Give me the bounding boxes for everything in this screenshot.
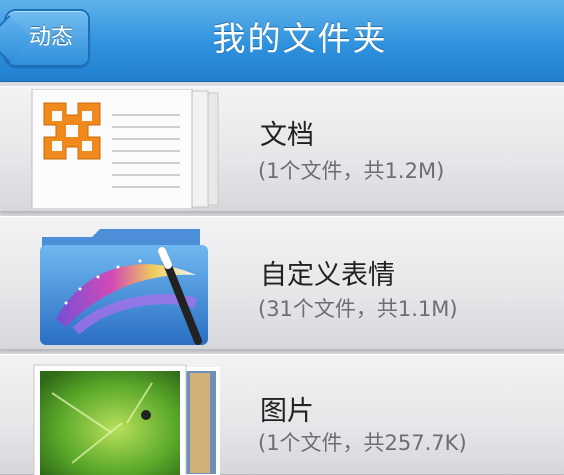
folder-row-custom-emoticons[interactable]: 自定义表情 (31个文件，共1.1M): [0, 216, 564, 350]
page-title: 我的文件夹: [212, 19, 388, 58]
magic-wand-folder-icon: [40, 229, 208, 345]
folder-row-documents[interactable]: 文档 (1个文件，共1.2M): [0, 86, 564, 212]
folder-info: (31个文件，共1.1M): [258, 297, 458, 321]
folder-info: (1个文件，共1.2M): [258, 159, 445, 183]
photo-stack-icon: [33, 364, 220, 475]
folder-row-photos[interactable]: 图片 (1个文件，共257.7K): [0, 354, 564, 475]
office-document-icon: [31, 89, 219, 209]
folder-name: 图片: [260, 396, 314, 427]
navigation-bar: 动态 我的文件夹: [0, 0, 564, 82]
folder-name: 文档: [260, 120, 314, 151]
folder-name: 自定义表情: [260, 260, 395, 291]
folder-info: (1个文件，共257.7K): [258, 431, 467, 455]
back-button[interactable]: 动态: [4, 9, 90, 67]
